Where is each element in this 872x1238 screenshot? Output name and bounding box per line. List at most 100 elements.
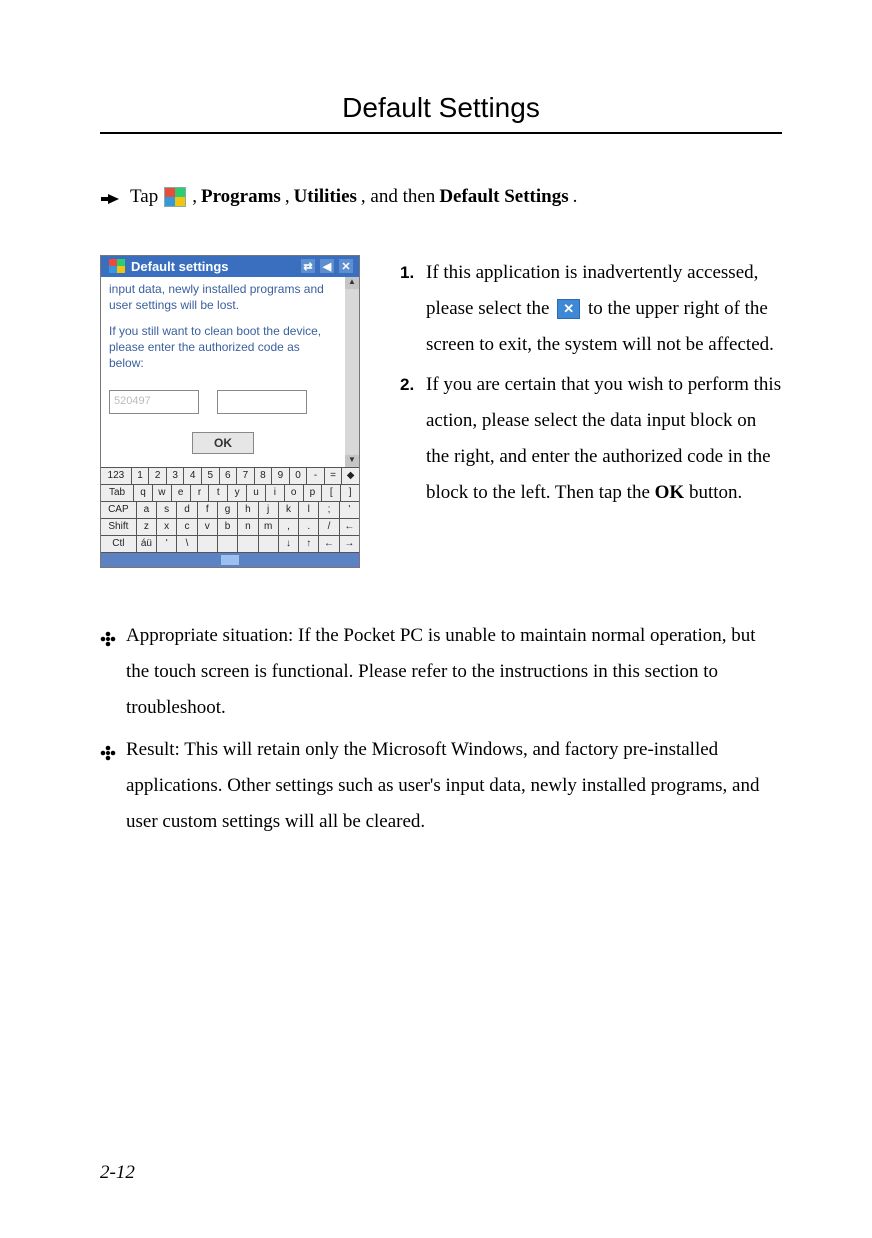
path-item-default-settings: Default Settings (439, 184, 568, 211)
key[interactable]: ← (340, 519, 359, 535)
path-item-programs: Programs (201, 184, 281, 211)
key[interactable] (218, 536, 238, 552)
signal-icon[interactable]: ⇄ (301, 259, 315, 273)
and-then: , and then (361, 184, 435, 211)
comma1: , (192, 184, 197, 211)
step2-ok: OK (655, 482, 685, 503)
close-icon[interactable]: ✕ (339, 259, 353, 273)
key[interactable]: h (238, 502, 258, 518)
screenshot-title-text: Default settings (131, 259, 297, 274)
bullet-result-text: Result: This will retain only the Micros… (126, 739, 759, 832)
step2-b: button. (684, 482, 742, 503)
key[interactable]: [ (322, 485, 341, 501)
key[interactable]: ] (341, 485, 359, 501)
key[interactable]: 7 (237, 468, 255, 484)
key[interactable] (238, 536, 258, 552)
title-rule (100, 132, 782, 134)
step-2: If you are certain that you wish to perf… (400, 367, 782, 511)
key[interactable] (198, 536, 218, 552)
key[interactable]: Shift (101, 519, 137, 535)
screenshot: Default settings ⇄ ◀ ✕ ▲ ▼ input data, n… (100, 255, 360, 568)
scroll-up-icon[interactable]: ▲ (345, 277, 359, 289)
flower-bullet-icon (100, 738, 116, 754)
key[interactable]: ← (319, 536, 339, 552)
key[interactable]: = (325, 468, 343, 484)
key[interactable]: 3 (167, 468, 185, 484)
key[interactable]: 8 (255, 468, 273, 484)
start-icon[interactable] (109, 259, 125, 273)
key[interactable]: ◆ (342, 468, 359, 484)
key[interactable]: t (209, 485, 228, 501)
key[interactable]: k (279, 502, 299, 518)
flower-bullet-icon (100, 624, 116, 640)
sip-toggle-icon[interactable] (221, 555, 239, 565)
key[interactable]: p (304, 485, 323, 501)
keyboard-taskbar[interactable] (101, 553, 359, 567)
key[interactable]: áü (137, 536, 157, 552)
key[interactable]: \ (177, 536, 197, 552)
code-input[interactable] (217, 390, 307, 414)
key[interactable]: f (198, 502, 218, 518)
key[interactable]: l (299, 502, 319, 518)
key[interactable]: 6 (220, 468, 238, 484)
key[interactable]: e (172, 485, 191, 501)
key[interactable]: v (198, 519, 218, 535)
key[interactable]: c (177, 519, 197, 535)
key[interactable]: Tab (101, 485, 134, 501)
screenshot-body: ▲ ▼ input data, newly installed programs… (101, 277, 359, 467)
key[interactable]: 4 (184, 468, 202, 484)
key[interactable]: u (247, 485, 266, 501)
key[interactable]: 0 (290, 468, 308, 484)
key[interactable]: a (137, 502, 157, 518)
key[interactable]: z (137, 519, 157, 535)
key[interactable]: s (157, 502, 177, 518)
key[interactable]: ' (157, 536, 177, 552)
info-bullets: Appropriate situation: If the Pocket PC … (100, 618, 782, 841)
key[interactable]: w (153, 485, 172, 501)
key[interactable]: 2 (149, 468, 167, 484)
key[interactable]: g (218, 502, 238, 518)
key[interactable]: 5 (202, 468, 220, 484)
key[interactable]: y (228, 485, 247, 501)
screenshot-titlebar: Default settings ⇄ ◀ ✕ (101, 256, 359, 277)
key[interactable]: . (299, 519, 319, 535)
key[interactable]: d (177, 502, 197, 518)
key[interactable]: q (134, 485, 153, 501)
volume-icon[interactable]: ◀ (320, 259, 334, 273)
bullet-situation-text: Appropriate situation: If the Pocket PC … (126, 625, 756, 718)
page-number: 2-12 (100, 1162, 135, 1184)
key[interactable]: 123 (101, 468, 132, 484)
steps-list: If this application is inadvertently acc… (396, 255, 782, 512)
bullet-result: Result: This will retain only the Micros… (100, 732, 782, 840)
key[interactable]: r (191, 485, 210, 501)
key[interactable] (259, 536, 279, 552)
key[interactable]: 9 (272, 468, 290, 484)
scroll-down-icon[interactable]: ▼ (345, 455, 359, 467)
key[interactable]: → (340, 536, 359, 552)
key[interactable]: / (319, 519, 339, 535)
key[interactable]: - (307, 468, 325, 484)
key[interactable]: 1 (132, 468, 150, 484)
path-item-utilities: Utilities (294, 184, 357, 211)
ok-button[interactable]: OK (192, 432, 254, 454)
comma2: , (285, 184, 290, 211)
key[interactable]: i (266, 485, 285, 501)
key[interactable]: m (259, 519, 279, 535)
key[interactable]: ' (340, 502, 359, 518)
key[interactable]: j (259, 502, 279, 518)
key[interactable]: Ctl (101, 536, 137, 552)
hand-right-icon (100, 189, 120, 205)
key[interactable]: CAP (101, 502, 137, 518)
key[interactable]: n (238, 519, 258, 535)
key[interactable]: o (285, 485, 304, 501)
on-screen-keyboard[interactable]: 1231234567890-=◆ Tabqwertyuiop[] CAPasdf… (101, 467, 359, 567)
key[interactable]: ; (319, 502, 339, 518)
key[interactable]: x (157, 519, 177, 535)
step-1: If this application is inadvertently acc… (400, 255, 782, 363)
page-title: Default Settings (100, 92, 782, 132)
instruction-tap-line: Tap , Programs, Utilities, and then Defa… (100, 184, 782, 211)
key[interactable]: b (218, 519, 238, 535)
key[interactable]: ↓ (279, 536, 299, 552)
key[interactable]: , (279, 519, 299, 535)
key[interactable]: ↑ (299, 536, 319, 552)
